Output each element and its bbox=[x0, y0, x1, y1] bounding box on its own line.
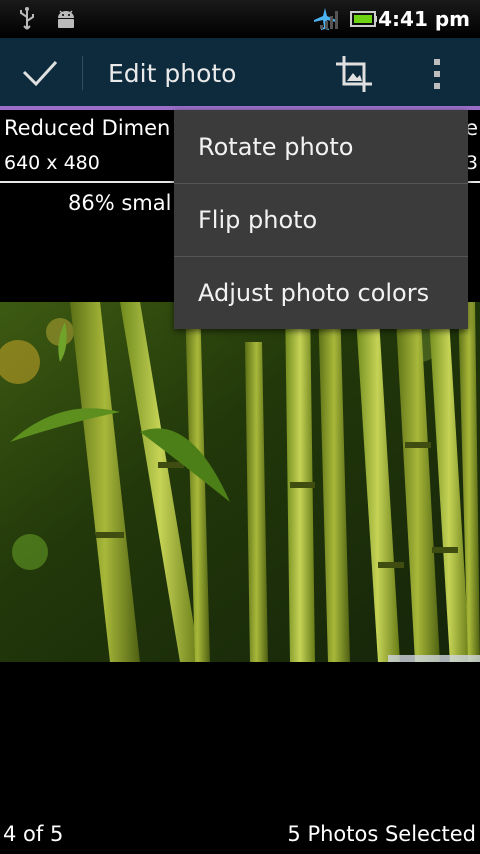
reduced-dimensions-label: Reduced Dimen bbox=[4, 116, 171, 140]
battery-icon bbox=[350, 0, 378, 38]
done-check-icon[interactable] bbox=[14, 52, 66, 92]
usb-icon bbox=[16, 0, 38, 38]
dimensions-value: 640 x 480 bbox=[4, 152, 100, 174]
crop-icon[interactable] bbox=[334, 54, 374, 94]
photo-position-label: 4 of 5 bbox=[3, 822, 64, 846]
menu-item-adjust-colors[interactable]: Adjust photo colors bbox=[174, 256, 468, 329]
menu-item-rotate-photo[interactable]: Rotate photo bbox=[174, 110, 468, 183]
android-debug-icon bbox=[54, 0, 78, 38]
overflow-menu-icon[interactable] bbox=[428, 54, 448, 94]
action-bar: Edit photo bbox=[0, 38, 480, 106]
edit-options-menu: Rotate photo Flip photo Adjust photo col… bbox=[174, 110, 468, 329]
menu-item-flip-photo[interactable]: Flip photo bbox=[174, 183, 468, 256]
selection-count-label: 5 Photos Selected bbox=[287, 822, 476, 846]
size-reduction-label: 86% smal bbox=[68, 191, 172, 215]
action-bar-divider bbox=[82, 56, 83, 90]
status-time: 4:41 pm bbox=[378, 7, 470, 31]
signal-icon bbox=[318, 0, 340, 38]
page-title: Edit photo bbox=[108, 59, 237, 88]
photo-preview[interactable] bbox=[0, 302, 480, 662]
status-bar: 4:41 pm bbox=[0, 0, 480, 38]
